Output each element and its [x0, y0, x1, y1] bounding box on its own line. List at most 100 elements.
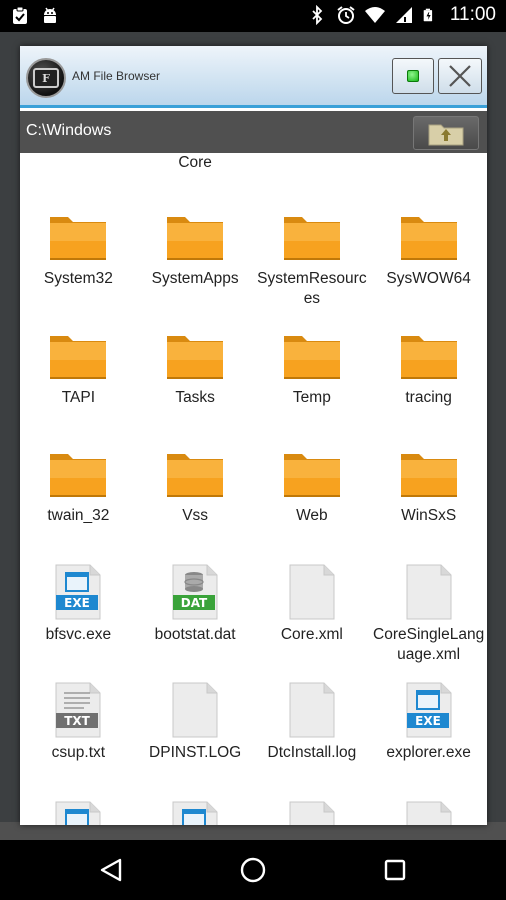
file-item[interactable]: EXE — [20, 768, 137, 825]
item-name: TAPI — [61, 388, 96, 406]
folder-up-icon — [428, 124, 464, 146]
file-item[interactable]: DtcInstall.log — [254, 649, 371, 768]
svg-text:TXT: TXT — [65, 714, 91, 728]
file-item[interactable]: DPINST.LOG — [137, 649, 254, 768]
wifi-icon — [364, 7, 385, 23]
bluetooth-icon — [312, 5, 323, 25]
item-name: Core — [178, 154, 212, 171]
title-bar: F AM File Browser — [20, 46, 487, 108]
item-name: Web — [296, 507, 328, 524]
svg-text:EXE: EXE — [415, 714, 441, 728]
folder-item[interactable]: twain_32 — [20, 412, 137, 531]
file-grid: Core System32 SystemApps SystemResources Sys… — [20, 153, 487, 825]
folder-item[interactable]: Web — [254, 412, 371, 531]
txt-file-icon: TXT — [46, 681, 110, 739]
item-name: WinSxS — [401, 507, 457, 524]
battery-icon — [423, 8, 432, 22]
exe-file-icon: EXE — [46, 800, 110, 825]
folder-icon — [280, 444, 344, 502]
navigation-bar — [0, 840, 506, 900]
file-item[interactable]: EXE bfsvc.exe — [20, 531, 137, 650]
item-name: SysWOW64 — [386, 270, 471, 287]
item-name: explorer.exe — [386, 744, 471, 761]
file-grid-scroll[interactable]: Core System32 SystemApps SystemResources Sys… — [20, 153, 487, 825]
minimize-button[interactable] — [392, 58, 434, 94]
folder-icon — [397, 207, 461, 265]
file-icon — [163, 681, 227, 739]
exe-file-icon: EXE — [46, 563, 110, 621]
folder-item[interactable]: SysWOW64 — [370, 175, 487, 294]
clipboard-check-icon — [13, 6, 27, 24]
item-name: tracing — [405, 388, 452, 406]
parent-folder-button[interactable] — [413, 116, 479, 150]
file-item[interactable] — [370, 768, 487, 825]
item-name: bfsvc.exe — [45, 625, 112, 643]
android-icon — [44, 7, 56, 23]
item-name: bootstat.dat — [154, 625, 236, 643]
item-name: Temp — [292, 388, 331, 406]
exe-file-icon: EXE — [397, 681, 461, 739]
folder-icon — [397, 326, 461, 384]
clock: 11:00 — [449, 4, 496, 25]
folder-item[interactable]: SystemApps — [137, 175, 254, 294]
back-button[interactable] — [96, 856, 126, 884]
file-item[interactable]: Core — [137, 153, 254, 173]
folder-icon — [163, 444, 227, 502]
status-bar: 11:00 — [0, 0, 506, 32]
file-icon — [280, 681, 344, 739]
folder-item[interactable]: SystemResources — [254, 175, 371, 307]
item-name: Tasks — [175, 388, 215, 406]
file-item[interactable]: DAT bootstat.dat — [137, 531, 254, 650]
folder-item[interactable]: Tasks — [137, 294, 254, 413]
close-icon — [449, 65, 471, 87]
back-triangle-icon — [100, 858, 122, 882]
recents-square-icon — [384, 859, 406, 881]
app-logo: F — [26, 58, 66, 98]
folder-icon — [280, 207, 344, 265]
item-name: DPINST.LOG — [149, 744, 242, 761]
current-path: C:\Windows — [26, 122, 112, 139]
item-name: csup.txt — [51, 744, 106, 761]
file-item[interactable]: Core.xml — [254, 531, 371, 650]
alarm-icon — [337, 6, 355, 24]
file-item[interactable]: EXE — [137, 768, 254, 825]
folder-icon — [163, 326, 227, 384]
window-title: AM File Browser — [72, 69, 161, 83]
file-icon — [397, 563, 461, 621]
recents-button[interactable] — [380, 856, 410, 884]
green-status-icon — [407, 70, 419, 82]
file-item[interactable]: CoreSingleLanguage.xml — [370, 531, 487, 663]
item-name: Core.xml — [280, 625, 343, 643]
folder-icon — [46, 444, 110, 502]
close-button[interactable] — [438, 58, 482, 94]
logo-letter: F — [33, 68, 59, 88]
home-button[interactable] — [238, 856, 268, 884]
folder-item[interactable]: WinSxS — [370, 412, 487, 531]
file-item[interactable]: TXT csup.txt — [20, 649, 137, 768]
item-name: DtcInstall.log — [267, 744, 357, 761]
folder-item[interactable]: tracing — [370, 294, 487, 413]
home-circle-icon — [240, 857, 266, 883]
file-browser-dialog: F AM File Browser C:\Windows Core System3… — [20, 46, 487, 825]
folder-item[interactable]: System32 — [20, 175, 137, 294]
svg-text:EXE: EXE — [65, 596, 91, 610]
folder-icon — [163, 207, 227, 265]
file-item[interactable] — [254, 768, 371, 825]
folder-icon — [280, 326, 344, 384]
item-name: Vss — [182, 507, 209, 524]
item-name: twain_32 — [47, 507, 110, 524]
folder-icon — [46, 326, 110, 384]
dat-file-icon: DAT — [163, 563, 227, 621]
signal-icon — [395, 7, 412, 23]
exe-file-icon: EXE — [163, 800, 227, 825]
path-bar: C:\Windows — [20, 111, 487, 153]
file-icon — [397, 800, 461, 825]
folder-item[interactable]: TAPI — [20, 294, 137, 413]
folder-item[interactable]: Temp — [254, 294, 371, 413]
file-item[interactable]: EXE explorer.exe — [370, 649, 487, 768]
file-icon — [280, 800, 344, 825]
folder-item[interactable]: Vss — [137, 412, 254, 531]
item-name: System32 — [43, 270, 113, 287]
item-name: SystemApps — [151, 270, 239, 287]
folder-icon — [397, 444, 461, 502]
